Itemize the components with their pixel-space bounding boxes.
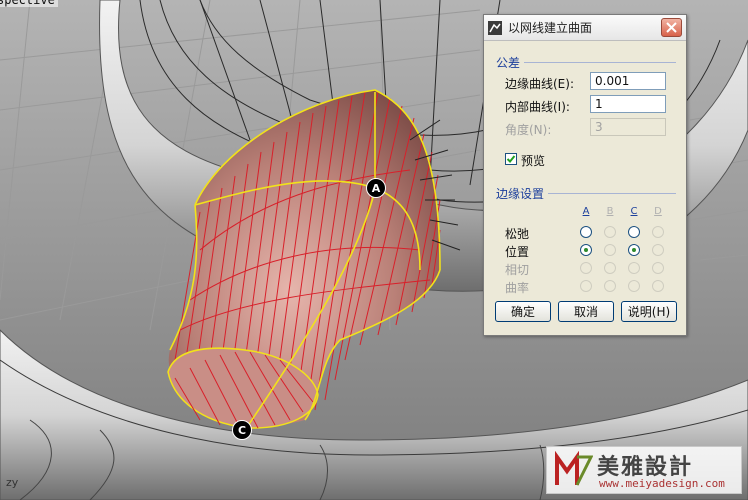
watermark: 美雅設計 www.meiyadesign.com (546, 446, 742, 494)
ok-button[interactable]: 确定 (495, 301, 551, 322)
radio-c-row-2[interactable] (628, 244, 640, 256)
radio-b-row-2 (604, 244, 616, 256)
radio-d-row-3 (652, 262, 664, 274)
position-label: 位置 (505, 245, 530, 259)
radio-a-row-3 (580, 262, 592, 274)
edge-curves-label: 边缘曲线(E): (505, 77, 574, 91)
tolerance-divider (524, 62, 676, 63)
tangent-label: 相切 (505, 263, 530, 277)
radio-d-row-2 (652, 244, 664, 256)
preview-checkbox[interactable] (505, 153, 517, 165)
radio-c-row-3 (628, 262, 640, 274)
radio-a-row-2[interactable] (580, 244, 592, 256)
relax-label: 松弛 (505, 227, 530, 241)
radio-c-row-1[interactable] (628, 226, 640, 238)
radio-c-row-4 (628, 280, 640, 292)
tolerance-header: 公差 (496, 56, 521, 70)
checkmark-icon (506, 155, 516, 163)
rhino-app-icon (488, 20, 502, 35)
dialog-title: 以网线建立曲面 (508, 21, 593, 35)
inner-curves-field[interactable]: 1 (590, 95, 666, 113)
close-icon (666, 22, 677, 33)
watermark-url: www.meiyadesign.com (599, 477, 725, 490)
radio-selected-dot (632, 248, 636, 252)
preview-label: 预览 (521, 154, 546, 168)
edge-curves-field[interactable]: 0.001 (590, 72, 666, 90)
radio-selected-dot (584, 248, 588, 252)
edge-settings-divider (548, 193, 676, 194)
help-button[interactable]: 说明(H) (621, 301, 677, 322)
close-button[interactable] (661, 18, 682, 37)
radio-a-row-1[interactable] (580, 226, 592, 238)
radio-d-row-1 (652, 226, 664, 238)
angle-field: 3 (590, 118, 666, 136)
meiya-logo-icon (555, 451, 593, 486)
angle-label: 角度(N): (505, 123, 552, 137)
column-header-a: A (582, 206, 590, 217)
viewport-label: spective (0, 0, 58, 7)
point-marker-a[interactable]: A (366, 178, 386, 198)
column-header-c: C (630, 206, 638, 217)
radio-b-row-3 (604, 262, 616, 274)
axis-indicator: zy (6, 476, 19, 489)
radio-b-row-4 (604, 280, 616, 292)
column-header-d: D (654, 206, 662, 217)
radio-b-row-1 (604, 226, 616, 238)
radio-a-row-4 (580, 280, 592, 292)
cancel-button[interactable]: 取消 (558, 301, 614, 322)
network-surface-dialog[interactable]: 以网线建立曲面 公差 边缘曲线(E): 0.001 内部曲线(I): 1 角度(… (483, 14, 687, 336)
inner-curves-label: 内部曲线(I): (505, 100, 570, 114)
dialog-titlebar[interactable]: 以网线建立曲面 (484, 15, 686, 41)
column-header-b: B (606, 206, 614, 217)
radio-d-row-4 (652, 280, 664, 292)
edge-settings-header: 边缘设置 (496, 187, 545, 201)
point-marker-c[interactable]: C (232, 420, 252, 440)
curvature-label: 曲率 (505, 281, 530, 295)
